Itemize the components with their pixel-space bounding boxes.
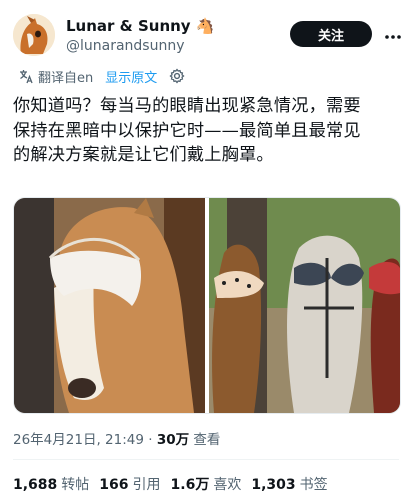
avatar[interactable] <box>13 14 55 56</box>
stat-count: 1,688 <box>13 477 58 493</box>
stat-bookmarks[interactable]: 1,303 书签 <box>251 474 327 494</box>
tweet-text-line: 的解决方案就是让它们戴上胸罩。 <box>13 145 274 165</box>
engagement-stats: 1,688 转帖 166 引用 1.6万 喜欢 1,303 书签 <box>13 474 328 494</box>
stat-quotes[interactable]: 166 引用 <box>99 474 160 494</box>
more-horizontal-icon <box>384 25 402 44</box>
stat-label: 喜欢 <box>213 477 242 493</box>
stat-count: 166 <box>99 477 129 493</box>
view-count: 30万 <box>156 432 190 448</box>
follow-button[interactable]: 关注 <box>290 21 372 47</box>
stat-count: 1,303 <box>251 477 296 493</box>
divider <box>13 459 399 460</box>
translated-from-label: 翻译自en <box>38 70 94 86</box>
show-original-link[interactable]: 显示原文 <box>105 67 157 86</box>
translation-bar: 翻译自en 显示原文 <box>18 66 185 86</box>
tweet-text-line: 你知道吗？每当马的眼睛出现紧急情况，需要 <box>13 96 361 116</box>
tweet-meta: 26年4月21日, 21:49 · 30万 查看 <box>13 428 220 448</box>
stat-count: 1.6万 <box>170 477 210 493</box>
tweet-text-line: 保持在黑暗中以保护它时——最简单且最常见 <box>13 120 361 141</box>
stat-label: 书签 <box>299 477 328 493</box>
timestamp[interactable]: 26年4月21日, 21:49 <box>13 432 144 448</box>
tweet-text: 你知道吗？每当马的眼睛出现紧急情况，需要 保持在黑暗中以保护它时——最简单且最常… <box>13 94 403 168</box>
tweet-header: Lunar & Sunny 🐴 @lunarandsunny 关注 <box>0 0 409 60</box>
gear-icon[interactable] <box>169 68 185 84</box>
meta-separator: · <box>148 432 153 448</box>
stat-reposts[interactable]: 1,688 转帖 <box>13 474 89 494</box>
view-label: 查看 <box>193 432 221 448</box>
tweet-image-2[interactable] <box>209 198 400 413</box>
author-display-name[interactable]: Lunar & Sunny 🐴 <box>66 17 214 35</box>
author-handle[interactable]: @lunarandsunny <box>66 38 185 54</box>
stat-label: 引用 <box>132 477 161 493</box>
stat-likes[interactable]: 1.6万 喜欢 <box>171 474 242 494</box>
tweet-image-1[interactable] <box>14 198 205 413</box>
stat-label: 转帖 <box>61 477 90 493</box>
translate-icon <box>18 68 34 84</box>
tweet-media-grid <box>13 197 401 414</box>
more-options-button[interactable] <box>382 20 404 48</box>
